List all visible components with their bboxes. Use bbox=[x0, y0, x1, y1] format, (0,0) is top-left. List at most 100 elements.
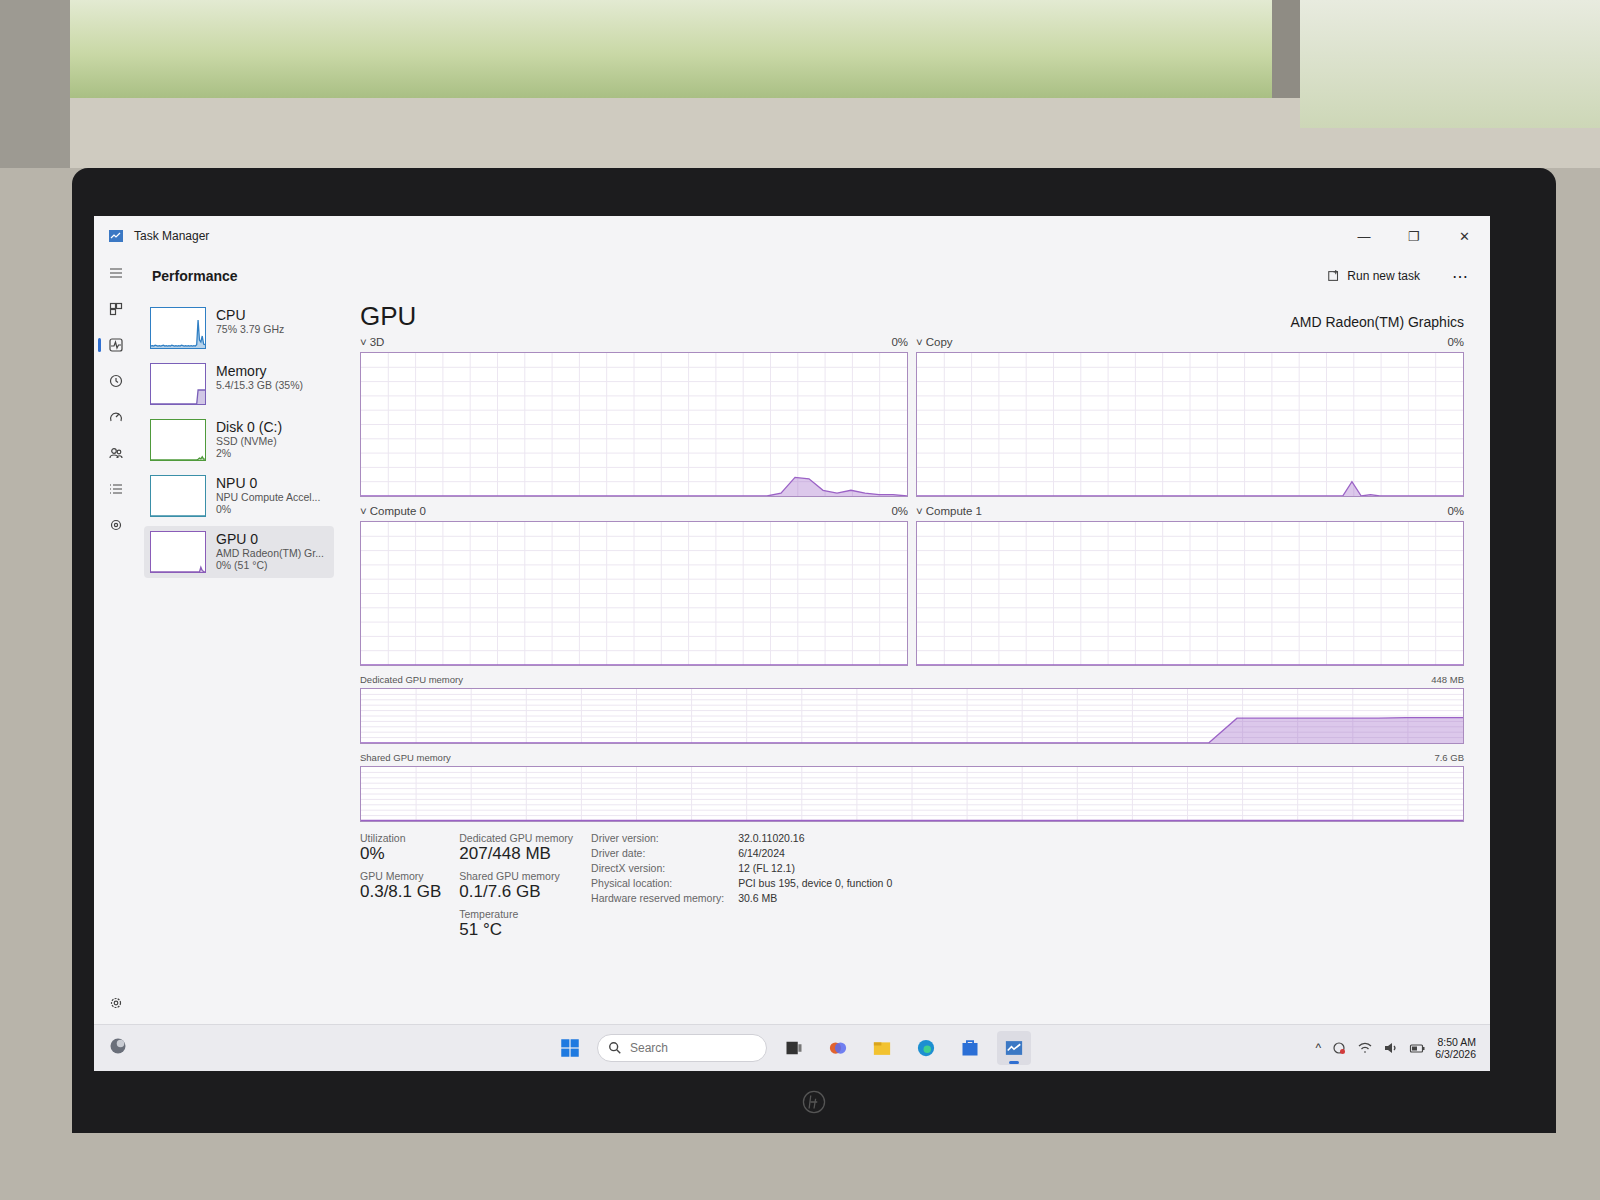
menu-icon bbox=[108, 265, 124, 281]
mini-graph bbox=[150, 363, 206, 405]
window-title: Task Manager bbox=[134, 229, 1334, 243]
resource-list: CPU75% 3.79 GHzMemory5.4/15.3 GB (35%)Di… bbox=[138, 296, 340, 1024]
engine-selector[interactable]: ˅3D bbox=[360, 336, 384, 352]
engine-chart bbox=[360, 352, 908, 497]
memory-graph: Shared GPU memory 7.6 GB bbox=[360, 752, 1464, 822]
detail-value: 30.6 MB bbox=[738, 892, 892, 904]
nav-item[interactable] bbox=[98, 476, 134, 502]
app-body: PerformanceRun new task⋯CPU75% 3.79 GHzM… bbox=[94, 256, 1490, 1024]
start-button[interactable] bbox=[553, 1031, 587, 1065]
resource-detail: 75% 3.79 GHz bbox=[216, 323, 284, 335]
engine-graph: ˅Compute 10% bbox=[916, 505, 1464, 666]
stat: Temperature51 °C bbox=[459, 908, 573, 940]
resource-item[interactable]: GPU 0AMD Radeon(TM) Gr...0% (51 °C) bbox=[144, 526, 334, 578]
series-line bbox=[361, 718, 1463, 743]
chevron-icon: ˅ bbox=[916, 336, 923, 352]
series-line bbox=[151, 320, 205, 346]
search-box[interactable] bbox=[597, 1034, 767, 1062]
engine-chart bbox=[916, 352, 1464, 497]
taskbar-app[interactable] bbox=[821, 1031, 855, 1065]
detail-key: Driver date: bbox=[591, 847, 724, 859]
detail-key: Physical location: bbox=[591, 877, 724, 889]
resource-name: GPU 0 bbox=[216, 531, 324, 547]
performance-panes: CPU75% 3.79 GHzMemory5.4/15.3 GB (35%)Di… bbox=[138, 296, 1490, 1024]
taskbar-app[interactable] bbox=[997, 1031, 1031, 1065]
resource-detail: 2% bbox=[216, 447, 282, 459]
startup-icon bbox=[108, 409, 124, 425]
content: PerformanceRun new task⋯CPU75% 3.79 GHzM… bbox=[138, 256, 1490, 1024]
series-line bbox=[917, 482, 1463, 496]
resource-item[interactable]: Disk 0 (C:)SSD (NVMe)2% bbox=[144, 414, 334, 466]
clock[interactable]: 8:50 AM6/3/2026 bbox=[1435, 1036, 1476, 1060]
stat-label: Shared GPU memory bbox=[459, 870, 573, 882]
taskbar-app[interactable] bbox=[953, 1031, 987, 1065]
engine-selector[interactable]: ˅Copy bbox=[916, 336, 953, 352]
stat: Shared GPU memory0.1/7.6 GB bbox=[459, 870, 573, 902]
resource-item[interactable]: Memory5.4/15.3 GB (35%) bbox=[144, 358, 334, 410]
engine-graph: ˅Copy 0% bbox=[916, 336, 1464, 497]
nav-item[interactable] bbox=[98, 260, 134, 286]
taskbar-app[interactable] bbox=[909, 1031, 943, 1065]
run-new-task-button[interactable]: Run new task bbox=[1321, 265, 1426, 287]
resource-item[interactable]: CPU75% 3.79 GHz bbox=[144, 302, 334, 354]
tray-overflow-button[interactable]: ^ bbox=[1315, 1041, 1321, 1055]
clock-date: 6/3/2026 bbox=[1435, 1048, 1476, 1060]
page-header: PerformanceRun new task⋯ bbox=[138, 256, 1490, 296]
nav-rail bbox=[94, 256, 138, 1024]
network-icon bbox=[1357, 1040, 1373, 1056]
nav-item[interactable] bbox=[98, 512, 134, 538]
taskbar-app[interactable] bbox=[865, 1031, 899, 1065]
stat-label: GPU Memory bbox=[360, 870, 441, 882]
engine-header: ˅3D0% bbox=[360, 336, 908, 352]
detail-value: 32.0.11020.16 bbox=[738, 832, 892, 844]
engine-selector[interactable]: ˅Compute 0 bbox=[360, 505, 426, 521]
window-backdrop bbox=[0, 0, 1600, 168]
hp-logo-icon bbox=[801, 1089, 827, 1115]
series-line bbox=[917, 664, 1463, 665]
resource-item[interactable]: NPU 0NPU Compute Accel...0% bbox=[144, 470, 334, 522]
stat-label: Utilization bbox=[360, 832, 441, 844]
resource-detail: 5.4/15.3 GB (35%) bbox=[216, 379, 303, 391]
memory-max: 7.6 GB bbox=[1434, 752, 1464, 766]
nav-item[interactable] bbox=[98, 440, 134, 466]
volume-icon bbox=[1383, 1040, 1399, 1056]
close-button[interactable]: ✕ bbox=[1444, 229, 1484, 244]
more-button[interactable]: ⋯ bbox=[1444, 267, 1476, 286]
engine-header: ˅Compute 00% bbox=[360, 505, 908, 521]
title-bar: Task Manager — ❐ ✕ bbox=[94, 216, 1490, 256]
memory-chart bbox=[360, 766, 1464, 822]
engine-percent: 0% bbox=[1447, 336, 1464, 352]
screen: Task Manager—❐✕PerformanceRun new task⋯C… bbox=[94, 216, 1490, 1071]
engine-label: Compute 1 bbox=[926, 505, 982, 521]
performance-icon bbox=[108, 337, 124, 353]
nav-item[interactable] bbox=[98, 404, 134, 430]
series-line bbox=[361, 477, 907, 496]
nav-item[interactable] bbox=[98, 296, 134, 322]
memory-label: Shared GPU memory bbox=[360, 752, 451, 766]
detail-key: DirectX version: bbox=[591, 862, 724, 874]
engine-selector[interactable]: ˅Compute 1 bbox=[916, 505, 982, 521]
minimize-button[interactable]: — bbox=[1344, 229, 1384, 244]
stat-value: 51 °C bbox=[459, 920, 573, 940]
chevron-icon: ˅ bbox=[360, 505, 367, 521]
battery-icon bbox=[1409, 1040, 1425, 1056]
gpu-details: Driver version:32.0.11020.16Driver date:… bbox=[591, 832, 892, 940]
resource-text: NPU 0NPU Compute Accel...0% bbox=[216, 475, 320, 515]
search-input[interactable] bbox=[628, 1040, 752, 1056]
stat-value: 0.3/8.1 GB bbox=[360, 882, 441, 902]
laptop-bezel: Task Manager—❐✕PerformanceRun new task⋯C… bbox=[72, 168, 1556, 1133]
detail-value: PCI bus 195, device 0, function 0 bbox=[738, 877, 892, 889]
memory-header: Dedicated GPU memory448 MB bbox=[360, 674, 1464, 688]
stat-label: Dedicated GPU memory bbox=[459, 832, 573, 844]
gpu-device-name: AMD Radeon(TM) Graphics bbox=[1291, 314, 1465, 332]
nav-item[interactable] bbox=[98, 368, 134, 394]
taskbar-app[interactable] bbox=[777, 1031, 811, 1065]
restore-button[interactable]: ❐ bbox=[1394, 229, 1434, 244]
stat: GPU Memory0.3/8.1 GB bbox=[360, 870, 441, 902]
engine-label: 3D bbox=[370, 336, 385, 352]
history-icon bbox=[108, 373, 124, 389]
settings-button[interactable] bbox=[98, 990, 134, 1016]
memory-header: Shared GPU memory 7.6 GB bbox=[360, 752, 1464, 766]
engine-chart bbox=[360, 521, 908, 666]
nav-item[interactable] bbox=[98, 332, 134, 358]
